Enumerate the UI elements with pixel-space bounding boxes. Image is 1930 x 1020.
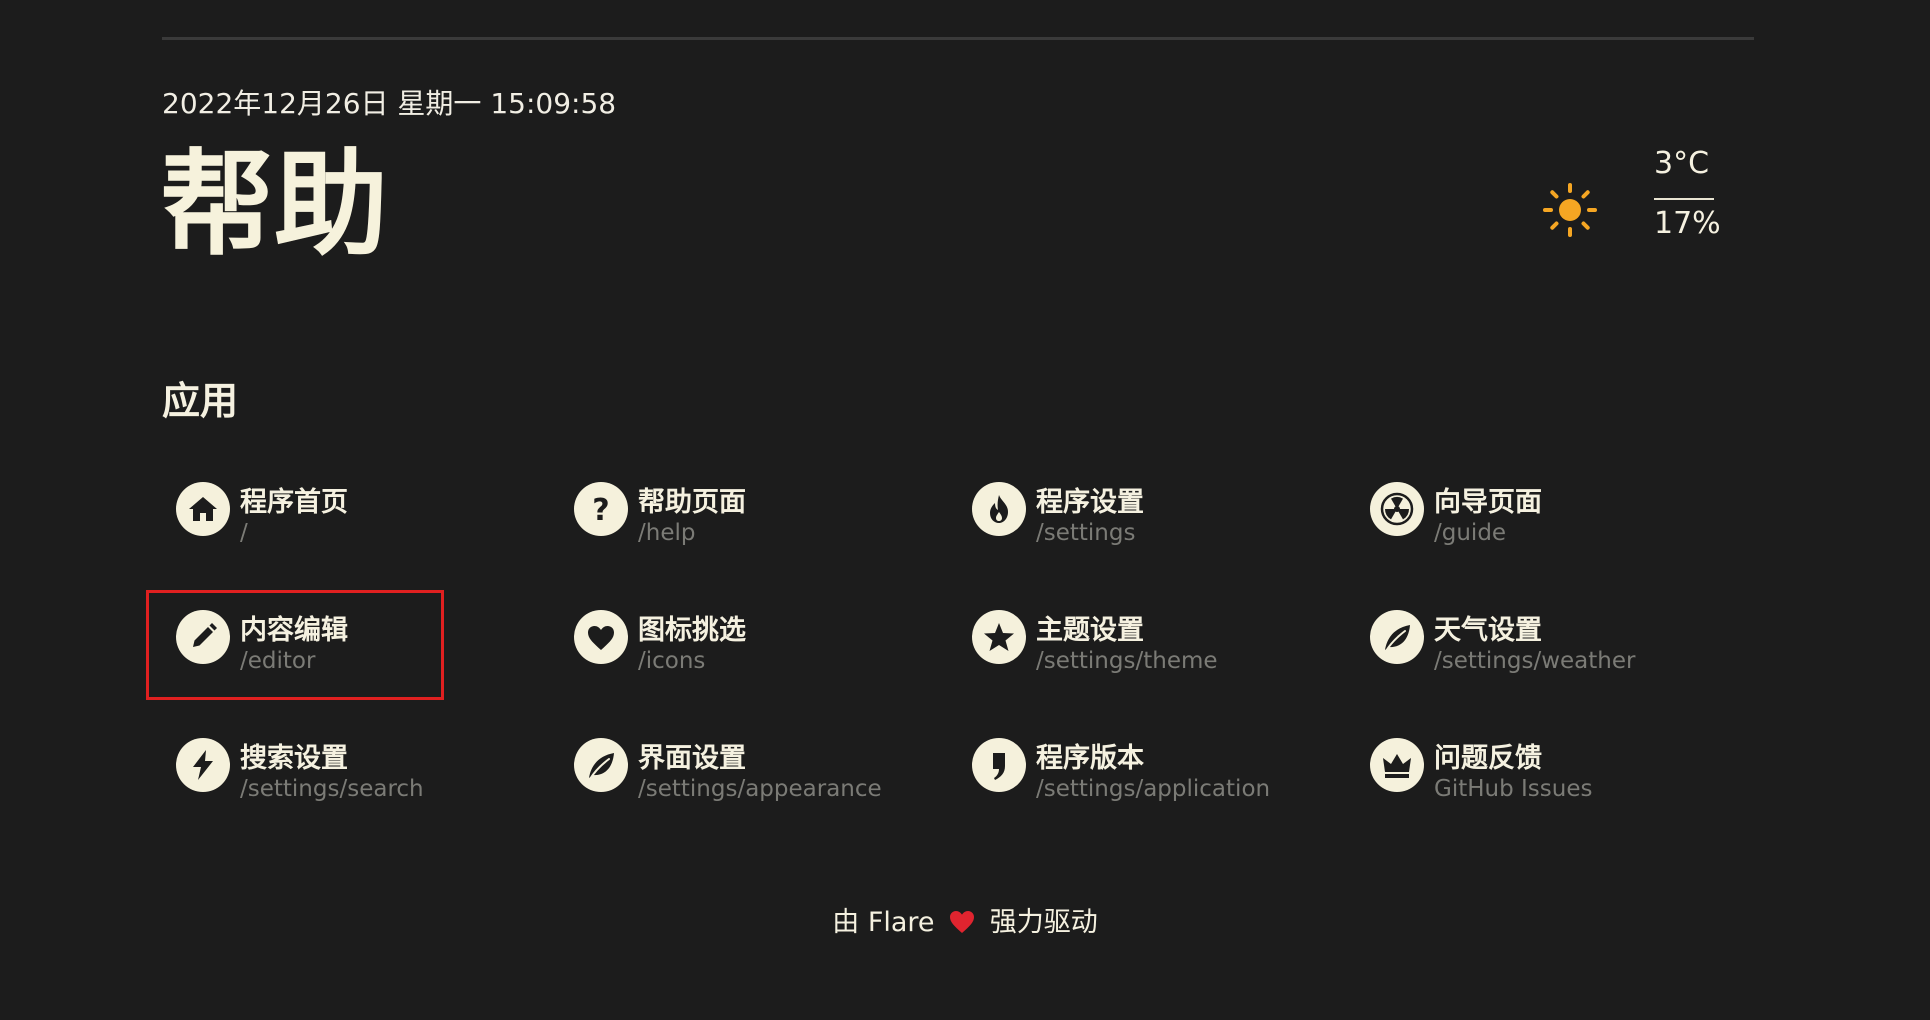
help-icon: ?	[574, 482, 628, 536]
footer: 由 Flare 强力驱动	[0, 900, 1930, 939]
app-path: /settings/appearance	[638, 776, 882, 802]
app-name: 图标挑选	[638, 615, 746, 646]
app-link-settings-weather[interactable]: 天气设置/settings/weather	[1370, 604, 1750, 694]
app-grid: 程序首页 /? 帮助页面/help 程序设置/settings 向导页面/guide 内容…	[176, 476, 1776, 876]
weather-temperature: 3°C	[1654, 146, 1710, 181]
flame-icon	[972, 482, 1026, 536]
app-name: 帮助页面	[638, 487, 746, 518]
help-page: 2022年12月26日 星期一 15:09:58 帮助 3°C 17% 应用 程…	[0, 0, 1930, 1020]
app-name: 程序首页	[240, 487, 348, 518]
app-path: /settings/search	[240, 776, 424, 802]
heart-icon	[574, 610, 628, 664]
sun-icon	[1543, 183, 1597, 237]
leaf-icon	[574, 738, 628, 792]
app-path: /settings/theme	[1036, 648, 1218, 674]
app-name: 界面设置	[638, 743, 746, 774]
app-link-help[interactable]: ? 帮助页面/help	[574, 476, 954, 566]
app-path: /	[240, 520, 248, 546]
datetime-display: 2022年12月26日 星期一 15:09:58	[162, 87, 617, 120]
app-link-guide[interactable]: 向导页面/guide	[1370, 476, 1750, 566]
app-path: /icons	[638, 648, 706, 674]
comma-icon	[972, 738, 1026, 792]
heart-icon	[950, 911, 975, 933]
app-path: /settings/application	[1036, 776, 1271, 802]
app-link-icons[interactable]: 图标挑选/icons	[574, 604, 954, 694]
app-path: /settings/weather	[1434, 648, 1636, 674]
top-divider	[162, 37, 1754, 40]
app-name: 搜索设置	[240, 743, 348, 774]
app-name: 向导页面	[1434, 487, 1542, 518]
app-path: /guide	[1434, 520, 1507, 546]
app-link-settings-theme[interactable]: 主题设置/settings/theme	[972, 604, 1352, 694]
section-title-apps: 应用	[162, 379, 239, 423]
app-link-settings-application[interactable]: 程序版本/settings/application	[972, 732, 1352, 822]
weather-widget: 3°C 17%	[1540, 140, 1721, 250]
app-link-settings[interactable]: 程序设置/settings	[972, 476, 1352, 566]
lightning-icon	[176, 738, 230, 792]
app-name: 程序版本	[1036, 743, 1144, 774]
weather-divider	[1654, 198, 1714, 200]
app-path: GitHub Issues	[1434, 776, 1593, 802]
radiation-icon	[1370, 482, 1424, 536]
app-link-github-issues[interactable]: 问题反馈 GitHub Issues	[1370, 732, 1750, 822]
app-link-editor[interactable]: 内容编辑/editor	[176, 604, 556, 694]
app-link-home[interactable]: 程序首页 /	[176, 476, 556, 566]
app-path: /settings	[1036, 520, 1136, 546]
svg-text:?: ?	[592, 493, 609, 526]
app-path: /editor	[240, 648, 316, 674]
star-icon	[972, 610, 1026, 664]
pencil-icon	[176, 610, 230, 664]
weather-humidity: 17%	[1654, 206, 1721, 241]
page-title: 帮助	[160, 138, 389, 271]
app-name: 内容编辑	[240, 615, 348, 646]
leaf-icon	[1370, 610, 1424, 664]
footer-suffix: 强力驱动	[989, 907, 1098, 938]
app-name: 主题设置	[1036, 615, 1144, 646]
app-link-settings-search[interactable]: 搜索设置/settings/search	[176, 732, 556, 822]
app-name: 天气设置	[1434, 615, 1542, 646]
app-link-settings-appearance[interactable]: 界面设置/settings/appearance	[574, 732, 954, 822]
footer-prefix: 由 Flare	[832, 907, 935, 938]
app-name: 程序设置	[1036, 487, 1144, 518]
app-name: 问题反馈	[1434, 743, 1542, 774]
app-path: /help	[638, 520, 696, 546]
home-icon	[176, 482, 230, 536]
crown-icon	[1370, 738, 1424, 792]
